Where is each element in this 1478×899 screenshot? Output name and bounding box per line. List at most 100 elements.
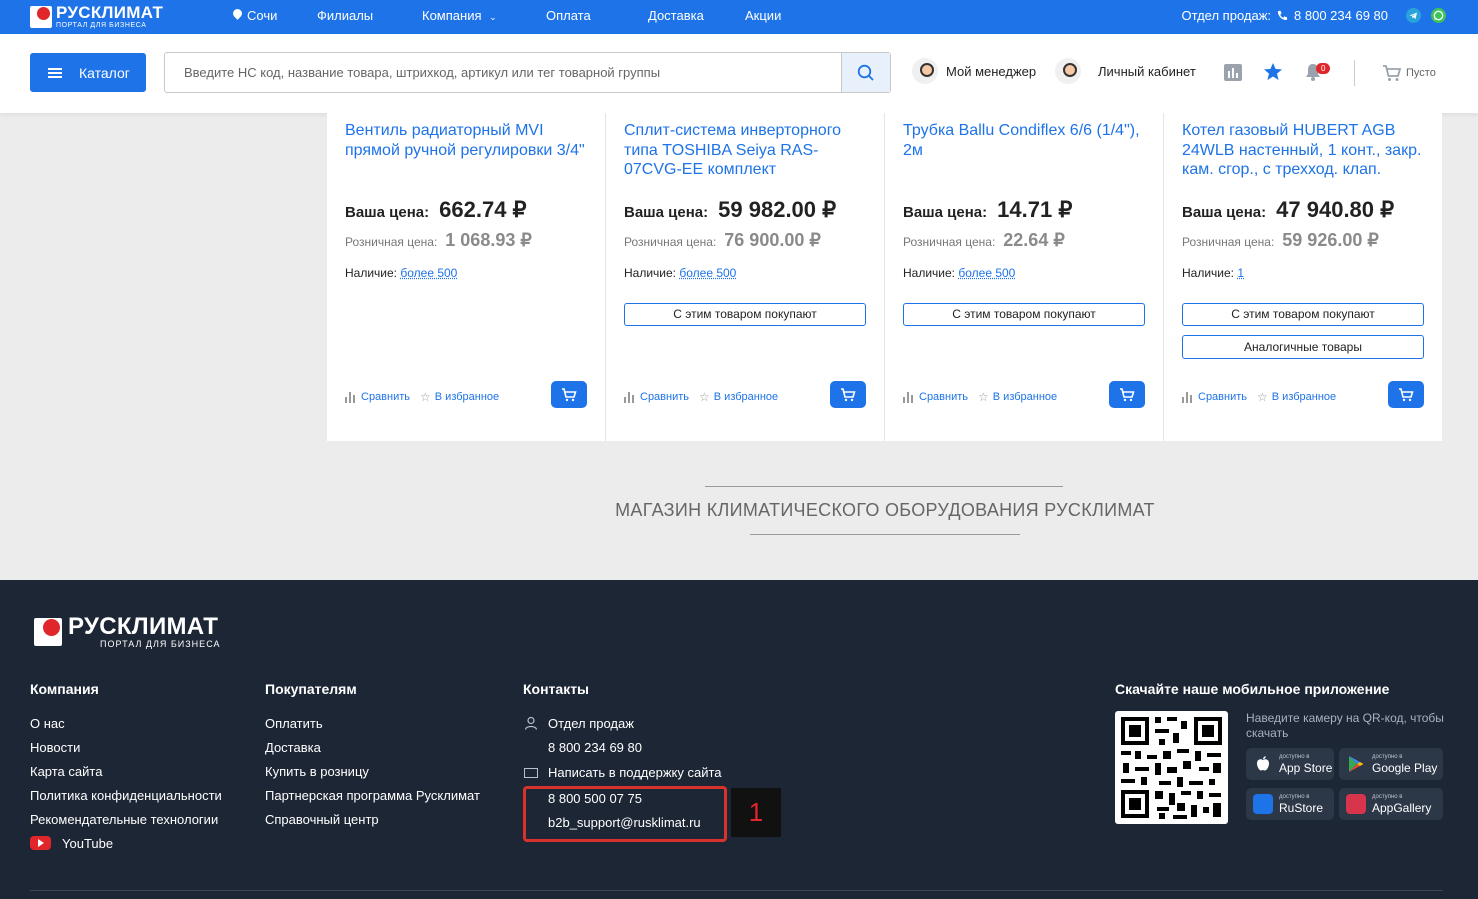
retail-price-value: 59 926.00 ₽ (1282, 230, 1379, 250)
footer-logo-main-text: РУСКЛИМАТ (68, 613, 219, 640)
city-name: Сочи (247, 8, 278, 23)
product-title[interactable]: Котел газовый HUBERT AGB 24WLB настенный… (1182, 121, 1422, 180)
add-to-cart-button[interactable] (1109, 381, 1145, 408)
app-store-button[interactable]: доступно в App Store (1246, 748, 1334, 780)
nav-company-label: Компания (422, 8, 482, 23)
similar-products-button[interactable]: Аналогичные товары (1182, 335, 1424, 359)
my-manager-link[interactable]: Мой менеджер (912, 58, 1036, 84)
related-products-button[interactable]: С этим товаром покупают (1182, 303, 1424, 326)
your-price-value: 662.74 ₽ (439, 197, 527, 222)
favorite-link[interactable]: ☆ В избранное (420, 390, 499, 404)
catalog-button[interactable]: Каталог (30, 53, 146, 92)
logo-main-text: РУСКЛИМАТ (56, 3, 164, 22)
your-price-value: 14.71 ₽ (997, 197, 1073, 222)
compare-link[interactable]: Сравнить (903, 391, 968, 403)
compare-link[interactable]: Сравнить (624, 391, 689, 403)
add-to-cart-button[interactable] (1388, 381, 1424, 408)
logo-sub-text: ПОРТАЛ ДЛЯ БИЗНЕСА (56, 22, 147, 29)
nav-company[interactable]: Компания ⌄ (422, 8, 497, 23)
compare-icon[interactable] (1223, 62, 1243, 82)
footer-link-youtube[interactable]: YouTube (62, 836, 113, 851)
footer-link-about[interactable]: О нас (30, 716, 65, 731)
footer-link-help-center[interactable]: Справочный центр (265, 812, 379, 827)
appgallery-name: AppGallery (1372, 801, 1432, 815)
add-to-cart-icon (1120, 387, 1135, 401)
product-title[interactable]: Трубка Ballu Condiflex 6/6 (1/4"), 2м (903, 121, 1143, 160)
stock-value-link[interactable]: более 500 (679, 266, 736, 280)
compare-link[interactable]: Сравнить (345, 391, 410, 403)
stock-label: Наличие: (624, 266, 677, 280)
user-avatar-icon (1055, 58, 1081, 84)
favorite-link[interactable]: ☆ В избранное (1257, 390, 1336, 404)
footer-link-sitemap[interactable]: Карта сайта (30, 764, 102, 779)
compare-link[interactable]: Сравнить (1182, 391, 1247, 403)
retail-price-value: 1 068.93 ₽ (445, 230, 532, 250)
header-divider (1354, 60, 1355, 86)
contact-sales-phone[interactable]: 8 800 234 69 80 (548, 740, 642, 755)
footer-link-privacy[interactable]: Политика конфиденциальности (30, 788, 222, 803)
product-title[interactable]: Вентиль радиаторный MVI прямой ручной ре… (345, 121, 585, 160)
logo-mark-icon (30, 5, 52, 28)
nav-branches[interactable]: Филиалы (317, 8, 373, 23)
nav-promotions[interactable]: Акции (745, 8, 781, 23)
footer-link-delivery[interactable]: Доставка (265, 740, 321, 755)
search-input[interactable] (165, 53, 842, 92)
whatsapp-icon[interactable] (1431, 8, 1446, 23)
store-heading: МАГАЗИН КЛИМАТИЧЕСКОГО ОБОРУДОВАНИЯ РУСК… (615, 500, 1155, 520)
related-products-button[interactable]: С этим товаром покупают (624, 303, 866, 326)
star-outline-icon: ☆ (1257, 390, 1268, 404)
stock-value-link[interactable]: 1 (1237, 266, 1244, 280)
search-button[interactable] (841, 53, 890, 92)
chevron-down-icon: ⌄ (489, 12, 497, 22)
favorites-star-icon[interactable] (1263, 62, 1283, 82)
stock-label: Наличие: (903, 266, 956, 280)
product-card: Котел газовый HUBERT AGB 24WLB настенный… (1164, 113, 1443, 441)
app-qr-hint: Наведите камеру на QR-код, чтобы скачать (1246, 711, 1444, 740)
heading-divider-bottom (750, 534, 1020, 535)
contact-sales-dept: Отдел продаж (548, 716, 634, 731)
star-outline-icon: ☆ (420, 390, 431, 404)
footer-link-recommendations[interactable]: Рекомендательные технологии (30, 812, 218, 827)
price-label: Ваша цена: (624, 204, 709, 221)
add-to-cart-icon (562, 387, 577, 401)
google-play-icon (1349, 756, 1364, 772)
qr-code (1115, 711, 1228, 824)
rustore-icon (1253, 794, 1273, 814)
nav-delivery[interactable]: Доставка (648, 8, 704, 23)
footer-link-pay[interactable]: Оплатить (265, 716, 323, 731)
google-play-button[interactable]: доступно в Google Play (1339, 748, 1443, 780)
favorite-label: В избранное (992, 391, 1058, 403)
retail-price-label: Розничная цена: (1182, 235, 1275, 249)
stock-value-link[interactable]: более 500 (400, 266, 457, 280)
telegram-icon[interactable] (1406, 8, 1421, 23)
footer-logo[interactable]: РУСКЛИМАТ ПОРТАЛ ДЛЯ БИЗНЕСА (34, 615, 221, 649)
stock-value-link[interactable]: более 500 (958, 266, 1015, 280)
favorite-label: В избранное (1271, 391, 1337, 403)
nav-payment[interactable]: Оплата (546, 8, 591, 23)
manager-avatar-icon (912, 58, 938, 84)
retail-price-value: 76 900.00 ₽ (724, 230, 821, 250)
personal-cabinet-link[interactable]: Личный кабинет (1055, 58, 1196, 84)
footer-buyers-title: Покупателям (265, 681, 357, 697)
city-selector[interactable]: Сочи (233, 8, 277, 23)
cart-link[interactable]: Пусто (1382, 64, 1436, 82)
retail-price-label: Розничная цена: (903, 235, 996, 249)
sales-phone[interactable]: 8 800 234 69 80 (1294, 8, 1388, 23)
add-to-cart-button[interactable] (830, 381, 866, 408)
product-title[interactable]: Сплит-система инверторного типа TOSHIBA … (624, 121, 864, 180)
contact-support-link[interactable]: Написать в поддержку сайта (548, 765, 722, 780)
add-to-cart-button[interactable] (551, 381, 587, 408)
footer-link-partner[interactable]: Партнерская программа Русклимат (265, 788, 480, 803)
menu-icon (48, 67, 62, 78)
add-to-cart-icon (841, 387, 856, 401)
site-logo[interactable]: РУСКЛИМАТ ПОРТАЛ ДЛЯ БИЗНЕСА (30, 4, 163, 29)
footer-link-retail[interactable]: Купить в розницу (265, 764, 369, 779)
appgallery-button[interactable]: доступно в AppGallery (1339, 788, 1443, 820)
related-products-button[interactable]: С этим товаром покупают (903, 303, 1145, 326)
favorite-link[interactable]: ☆ В избранное (699, 390, 778, 404)
annotation-highlight-box (523, 786, 727, 842)
footer-link-news[interactable]: Новости (30, 740, 80, 755)
compare-label: Сравнить (1198, 391, 1248, 403)
rustore-button[interactable]: доступно в RuStore (1246, 788, 1334, 820)
favorite-link[interactable]: ☆ В избранное (978, 390, 1057, 404)
